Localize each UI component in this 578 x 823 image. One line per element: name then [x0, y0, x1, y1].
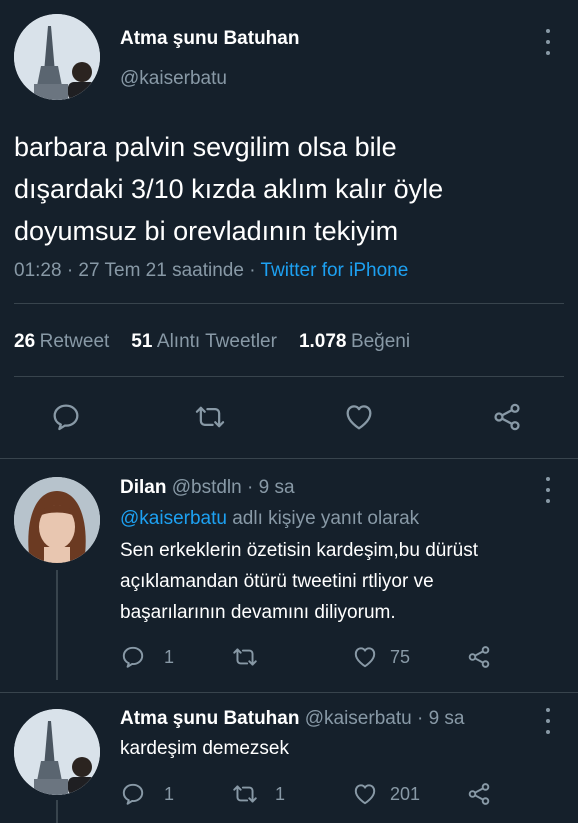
reply-icon	[122, 646, 144, 668]
reply-text-line: açıklamandan ötürü tweetini rtliyor ve	[120, 571, 434, 592]
reply-text: Sen erkeklerin özetisin kardeşim,bu dürü…	[120, 535, 560, 628]
retweet-label: Retweet	[39, 331, 110, 352]
reply-text-line: başarılarının devamını diliyorum.	[120, 602, 396, 623]
reply-age: · 9 sa	[416, 708, 465, 729]
heart-icon	[346, 405, 372, 430]
quote-label: Alıntı Tweetler	[156, 331, 277, 352]
reply-text-line: kardeşim demezsek	[120, 738, 289, 759]
reply-button[interactable]	[50, 401, 82, 433]
heart-icon	[354, 784, 376, 805]
likes-stat[interactable]: 1.078 Beğeni	[299, 331, 410, 353]
like-count: 1.078	[298, 331, 347, 352]
author-handle[interactable]: @kaiserbatu	[120, 68, 227, 90]
reply-age: · 9 sa	[247, 477, 295, 498]
reply-author-name[interactable]: Atma şunu Batuhan	[120, 708, 299, 729]
replying-to: @kaiserbatu adlı kişiye yanıt olarak	[120, 508, 419, 530]
share-icon	[494, 403, 520, 431]
tweet-meta: 01:28 · 27 Tem 21 saatinde · Twitter for…	[14, 260, 408, 282]
author-avatar[interactable]	[14, 14, 100, 100]
share-button[interactable]	[466, 644, 492, 670]
tweet-text-line: barbara palvin sevgilim olsa bile	[14, 132, 397, 162]
quote-count: 51	[131, 331, 153, 352]
reply-count: 1	[164, 646, 175, 667]
thread-line	[56, 570, 58, 680]
reply-to-suffix: adlı kişiye yanıt olarak	[232, 508, 420, 529]
tweet-text: barbara palvin sevgilim olsa bile dışard…	[14, 126, 564, 252]
tweet-text-line: dışardaki 3/10 kızda aklım kalır öyle	[14, 174, 444, 204]
reply-author-avatar[interactable]	[14, 477, 100, 563]
reply-text-line: Sen erkeklerin özetisin kardeşim,bu dürü…	[120, 540, 479, 561]
more-vertical-icon[interactable]	[543, 29, 553, 55]
heart-icon	[354, 647, 376, 668]
reply-button[interactable]: 1	[120, 644, 174, 670]
reply-icon	[53, 404, 79, 431]
divider	[0, 692, 578, 693]
retweet-icon	[233, 648, 257, 666]
share-icon	[468, 646, 490, 668]
reply-icon	[122, 783, 144, 805]
retweet-button[interactable]	[193, 401, 227, 433]
retweets-stat[interactable]: 26 Retweet	[14, 331, 109, 353]
divider	[14, 303, 564, 304]
reply-author-handle[interactable]: @kaiserbatu	[305, 708, 412, 729]
reply-text: kardeşim demezsek	[120, 733, 560, 764]
more-vertical-icon[interactable]	[543, 708, 553, 734]
reply-header: Dilan @bstdln · 9 sa	[120, 477, 295, 499]
more-vertical-icon[interactable]	[543, 477, 553, 503]
retweet-count: 1	[275, 783, 286, 804]
retweet-icon	[233, 785, 257, 803]
author-name[interactable]: Atma şunu Batuhan	[120, 28, 299, 50]
like-count: 75	[390, 646, 411, 667]
reply-to-handle[interactable]: @kaiserbatu	[120, 508, 227, 529]
like-button[interactable]: 75	[352, 644, 410, 670]
retweet-icon	[195, 406, 225, 428]
tweet-timestamp[interactable]: 01:28 · 27 Tem 21 saatinde ·	[14, 260, 256, 281]
reply-count: 1	[164, 783, 175, 804]
reply-author-avatar[interactable]	[14, 709, 100, 795]
retweet-button[interactable]	[231, 644, 277, 670]
retweet-count: 26	[14, 331, 36, 352]
tweet-stats: 26 Retweet 51 Alıntı Tweetler 1.078 Beğe…	[14, 331, 410, 353]
like-count: 201	[390, 783, 421, 804]
like-label: Beğeni	[350, 331, 411, 352]
retweet-button[interactable]: 1	[231, 781, 285, 807]
reply-header: Atma şunu Batuhan @kaiserbatu · 9 sa	[120, 708, 465, 730]
share-button[interactable]	[491, 401, 523, 433]
tweet-text-line: doyumsuz bi orevladının tekiyim	[14, 216, 399, 246]
like-button[interactable]: 201	[352, 781, 420, 807]
reply-author-name[interactable]: Dilan	[120, 477, 166, 498]
reply-button[interactable]: 1	[120, 781, 174, 807]
tweet-source-link[interactable]: Twitter for iPhone	[260, 260, 408, 281]
share-icon	[468, 783, 490, 805]
divider	[0, 458, 578, 459]
like-button[interactable]	[343, 401, 375, 433]
reply-author-handle[interactable]: @bstdln	[172, 477, 242, 498]
thread-line	[56, 800, 58, 823]
share-button[interactable]	[466, 781, 492, 807]
quotes-stat[interactable]: 51 Alıntı Tweetler	[131, 331, 277, 353]
divider	[14, 376, 564, 377]
